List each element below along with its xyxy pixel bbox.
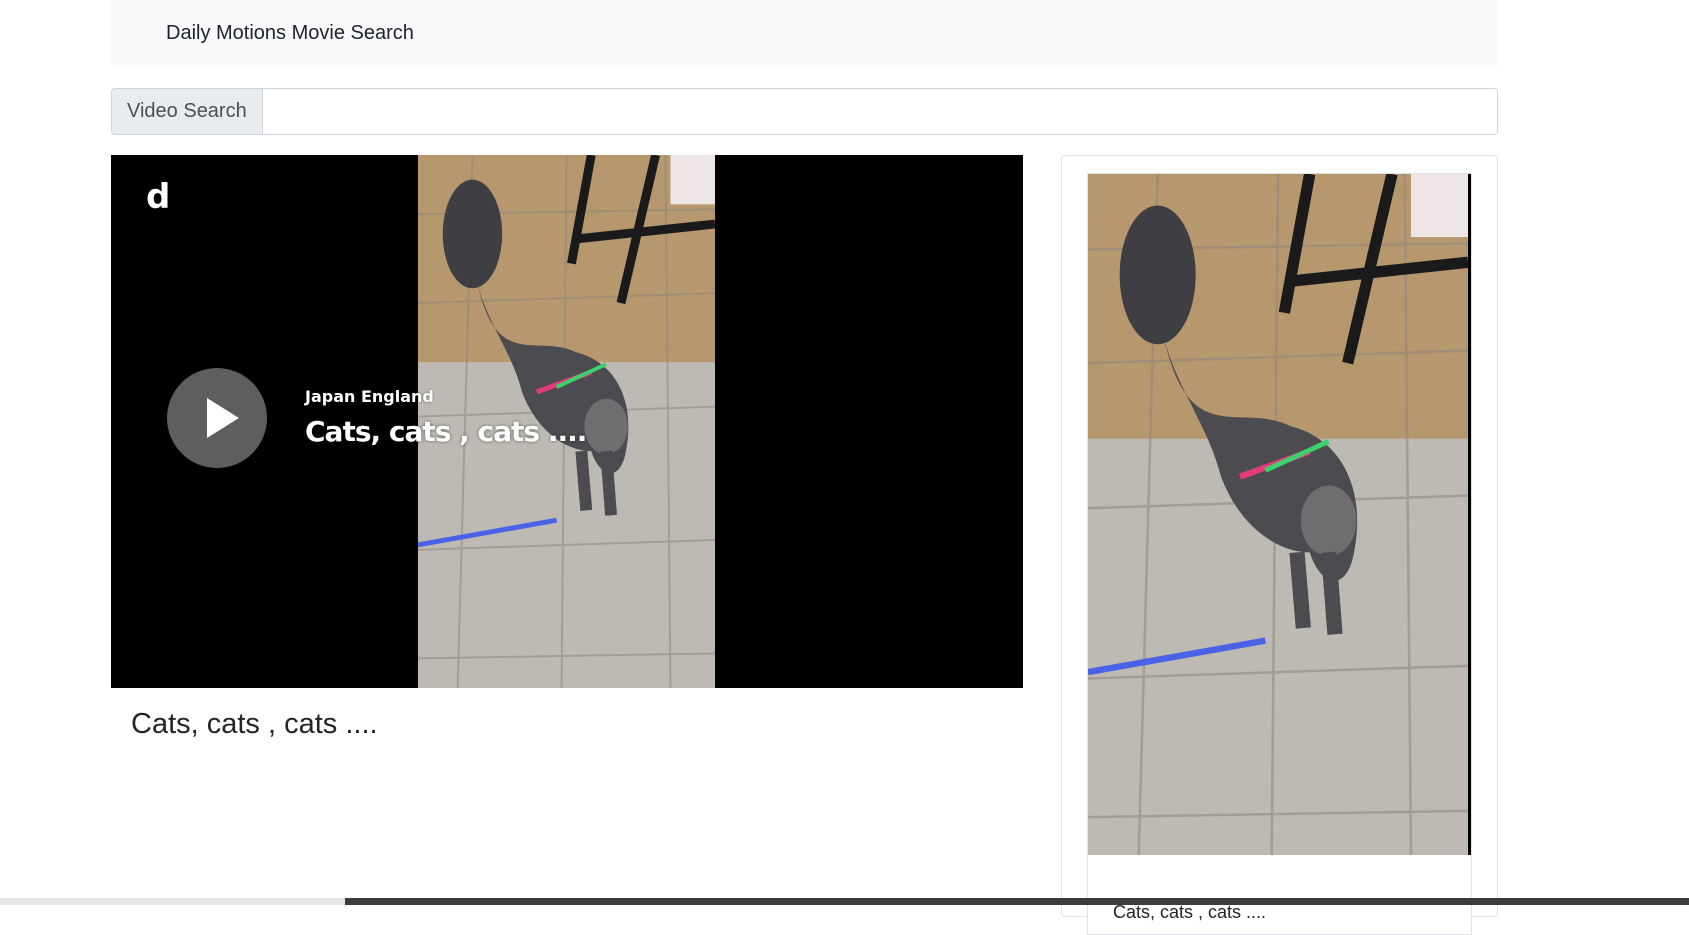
dailymotion-logo-icon: d [146, 177, 171, 217]
horizontal-scrollbar-thumb[interactable] [345, 898, 1689, 905]
selected-video-title: Cats, cats , cats .... [131, 708, 378, 740]
play-button[interactable] [167, 368, 267, 468]
video-search-group: Video Search [111, 88, 1498, 135]
horizontal-scrollbar[interactable] [0, 898, 1689, 905]
video-list-item[interactable]: Cats, cats , cats .... [1087, 173, 1472, 935]
video-list: Cats, cats , cats .... [1061, 155, 1498, 935]
play-icon [207, 398, 239, 438]
navbar: Daily Motions Movie Search [111, 0, 1498, 67]
video-list-item-caption[interactable]: Cats, cats , cats .... [1113, 902, 1266, 923]
video-search-label: Video Search [112, 89, 263, 134]
video-player[interactable]: d Japan England Cats, cats , cats .... [111, 155, 1023, 688]
video-search-input[interactable] [262, 89, 1497, 134]
player-owner-name[interactable]: Japan England [305, 387, 434, 406]
video-thumbnail[interactable] [1088, 174, 1471, 855]
navbar-brand[interactable]: Daily Motions Movie Search [166, 22, 414, 45]
player-video-title[interactable]: Cats, cats , cats .... [305, 415, 587, 448]
